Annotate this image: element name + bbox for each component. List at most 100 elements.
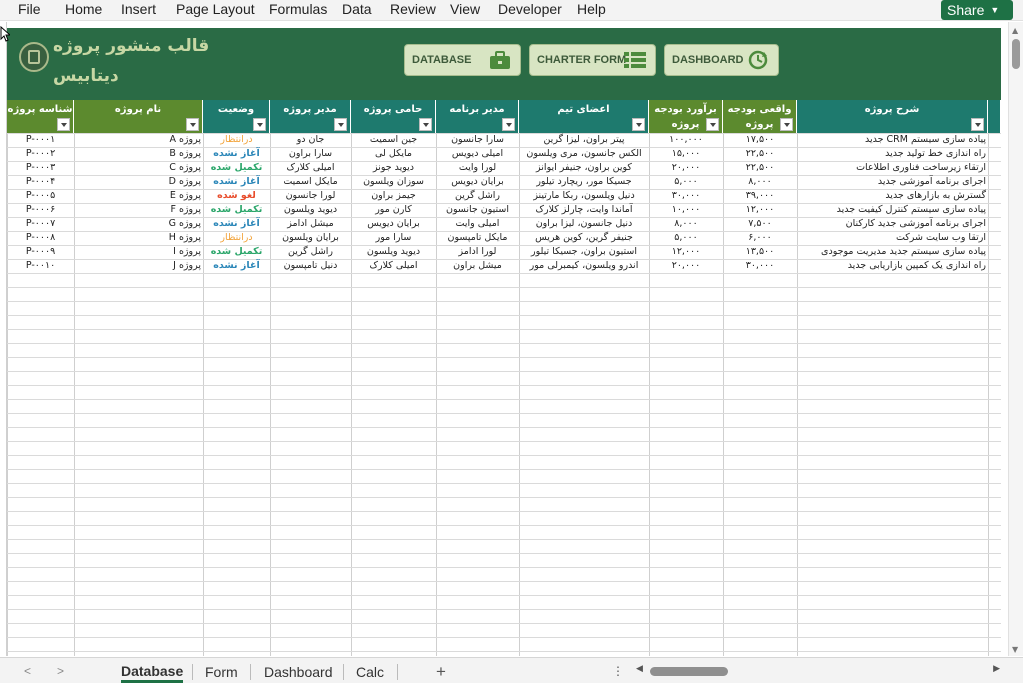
prev-sheet-icon[interactable]: < xyxy=(24,664,31,678)
cell-budget_est[interactable]: ۲۰,۰۰۰ xyxy=(651,259,721,273)
cell-program[interactable]: امیلی دیویس xyxy=(438,147,517,161)
header-code[interactable]: شناسه پروژه xyxy=(7,100,74,133)
cell-budget_act[interactable]: ۳۹,۰۰۰ xyxy=(725,189,795,203)
filter-dropdown-icon[interactable] xyxy=(971,118,984,131)
cell-budget_act[interactable]: ۸,۰۰۰ xyxy=(725,175,795,189)
cell-budget_est[interactable]: ۱۰,۰۰۰ xyxy=(651,203,721,217)
cell-code[interactable]: P-۰۰۱۰ xyxy=(9,259,72,273)
cell-budget_est[interactable]: ۵,۰۰۰ xyxy=(651,175,721,189)
cell-manager[interactable]: امیلی کلارک xyxy=(272,161,349,175)
cell-budget_est[interactable]: ۳۰,۰۰۰ xyxy=(651,189,721,203)
menu-page-layout[interactable]: Page Layout xyxy=(176,1,255,17)
cell-code[interactable]: P-۰۰۰۱ xyxy=(9,133,72,147)
header-sponsor[interactable]: حامی پروژه xyxy=(351,100,436,133)
worksheet[interactable]: قالب منشور پروژه دیتابیس DATABASE CHARTE… xyxy=(0,22,1008,656)
vertical-scrollbar[interactable]: ▲ ▼ xyxy=(1008,22,1023,656)
header-team[interactable]: اعضای تیم xyxy=(519,100,649,133)
cell-team[interactable]: استیون براون، جسیکا تیلور xyxy=(521,245,647,259)
cell-budget_act[interactable]: ۷,۵۰۰ xyxy=(725,217,795,231)
menu-formulas[interactable]: Formulas xyxy=(269,1,327,17)
cell-status[interactable]: لغو شده xyxy=(205,189,268,203)
cell-name[interactable]: پروژه C xyxy=(76,161,201,175)
cell-budget_est[interactable]: ۸,۰۰۰ xyxy=(651,217,721,231)
scroll-right-icon[interactable]: ▶ xyxy=(993,663,1000,674)
filter-dropdown-icon[interactable] xyxy=(57,118,70,131)
cell-desc[interactable]: اجرای برنامه آموزشی جدید کارکنان xyxy=(799,217,986,231)
cell-program[interactable]: لورا وایت xyxy=(438,161,517,175)
scroll-left-icon[interactable]: ◀ xyxy=(636,663,643,674)
add-sheet-icon[interactable]: + xyxy=(436,662,446,682)
cell-code[interactable]: P-۰۰۰۵ xyxy=(9,189,72,203)
menu-help[interactable]: Help xyxy=(577,1,606,17)
cell-budget_est[interactable]: ۵,۰۰۰ xyxy=(651,231,721,245)
cell-sponsor[interactable]: دیوید ویلسون xyxy=(353,245,434,259)
cell-budget_est[interactable]: ۱۵,۰۰۰ xyxy=(651,147,721,161)
cell-sponsor[interactable]: برایان دیویس xyxy=(353,217,434,231)
cell-status[interactable]: تکمیل شده xyxy=(205,245,268,259)
cell-budget_act[interactable]: ۱۲,۰۰۰ xyxy=(725,203,795,217)
cell-name[interactable]: پروژه B xyxy=(76,147,201,161)
cell-manager[interactable]: برایان ویلسون xyxy=(272,231,349,245)
cell-code[interactable]: P-۰۰۰۶ xyxy=(9,203,72,217)
cell-name[interactable]: پروژه G xyxy=(76,217,201,231)
filter-dropdown-icon[interactable] xyxy=(419,118,432,131)
cell-budget_act[interactable]: ۱۷,۵۰۰ xyxy=(725,133,795,147)
menu-home[interactable]: Home xyxy=(65,1,102,17)
cell-code[interactable]: P-۰۰۰۷ xyxy=(9,217,72,231)
cell-budget_act[interactable]: ۶,۰۰۰ xyxy=(725,231,795,245)
cell-budget_est[interactable]: ۱۰۰,۰۰۰ xyxy=(651,133,721,147)
cell-code[interactable]: P-۰۰۰۴ xyxy=(9,175,72,189)
cell-status[interactable]: درانتظار xyxy=(205,133,268,147)
cell-sponsor[interactable]: مایکل لی xyxy=(353,147,434,161)
header-budget_est[interactable]: برآورد بودجه پروژه xyxy=(649,100,723,133)
cell-name[interactable]: پروژه H xyxy=(76,231,201,245)
cell-code[interactable]: P-۰۰۰۲ xyxy=(9,147,72,161)
cell-budget_est[interactable]: ۲۰,۰۰۰ xyxy=(651,161,721,175)
tab-dashboard[interactable]: Dashboard xyxy=(264,664,333,680)
cell-code[interactable]: P-۰۰۰۳ xyxy=(9,161,72,175)
horizontal-scroll-thumb[interactable] xyxy=(650,667,728,676)
menu-data[interactable]: Data xyxy=(342,1,372,17)
cell-desc[interactable]: راه اندازی یک کمپین بازاریابی جدید xyxy=(799,259,986,273)
cell-team[interactable]: دنیل ویلسون، ربکا مارتینز xyxy=(521,189,647,203)
tab-database[interactable]: Database xyxy=(121,663,184,683)
vertical-scroll-thumb[interactable] xyxy=(1012,39,1020,69)
cell-name[interactable]: پروژه D xyxy=(76,175,201,189)
cell-desc[interactable]: پیاده سازی سیستم CRM جدید xyxy=(799,133,986,147)
cell-manager[interactable]: جان دو xyxy=(272,133,349,147)
menu-file[interactable]: File xyxy=(18,1,41,17)
cell-budget_est[interactable]: ۱۲,۰۰۰ xyxy=(651,245,721,259)
menu-review[interactable]: Review xyxy=(390,1,436,17)
charter-form-button[interactable]: CHARTER FORM xyxy=(529,44,656,76)
cell-team[interactable]: جسیکا مور، ریچارد تیلور xyxy=(521,175,647,189)
cell-team[interactable]: دنیل جانسون، لیزا براون xyxy=(521,217,647,231)
cell-status[interactable]: آغاز نشده xyxy=(205,217,268,231)
cell-name[interactable]: پروژه F xyxy=(76,203,201,217)
cell-desc[interactable]: راه اندازی خط تولید جدید xyxy=(799,147,986,161)
cell-team[interactable]: کوین براون، جنیفر ایوانز xyxy=(521,161,647,175)
cell-team[interactable]: جنیفر گرین، کوین هریس xyxy=(521,231,647,245)
header-program[interactable]: مدیر برنامه xyxy=(436,100,519,133)
cell-manager[interactable]: دیوید ویلسون xyxy=(272,203,349,217)
scroll-up-icon[interactable]: ▲ xyxy=(1012,26,1018,35)
cell-code[interactable]: P-۰۰۰۹ xyxy=(9,245,72,259)
cell-status[interactable]: آغاز نشده xyxy=(205,147,268,161)
cell-program[interactable]: مایکل تامپسون xyxy=(438,231,517,245)
more-options-icon[interactable]: ⋮ xyxy=(612,664,624,678)
filter-dropdown-icon[interactable] xyxy=(186,118,199,131)
cell-program[interactable]: استیون جانسون xyxy=(438,203,517,217)
cell-budget_act[interactable]: ۲۲,۵۰۰ xyxy=(725,147,795,161)
cell-manager[interactable]: راشل گرین xyxy=(272,245,349,259)
cell-program[interactable]: میشل براون xyxy=(438,259,517,273)
filter-dropdown-icon[interactable] xyxy=(253,118,266,131)
cell-desc[interactable]: گسترش به بازارهای جدید xyxy=(799,189,986,203)
cell-budget_act[interactable]: ۲۲,۵۰۰ xyxy=(725,161,795,175)
cell-sponsor[interactable]: جین اسمیت xyxy=(353,133,434,147)
cell-program[interactable]: امیلی وایت xyxy=(438,217,517,231)
cell-status[interactable]: تکمیل شده xyxy=(205,161,268,175)
next-sheet-icon[interactable]: > xyxy=(57,664,64,678)
menu-view[interactable]: View xyxy=(450,1,480,17)
cell-name[interactable]: پروژه A xyxy=(76,133,201,147)
cell-budget_act[interactable]: ۳۰,۰۰۰ xyxy=(725,259,795,273)
cell-code[interactable]: P-۰۰۰۸ xyxy=(9,231,72,245)
